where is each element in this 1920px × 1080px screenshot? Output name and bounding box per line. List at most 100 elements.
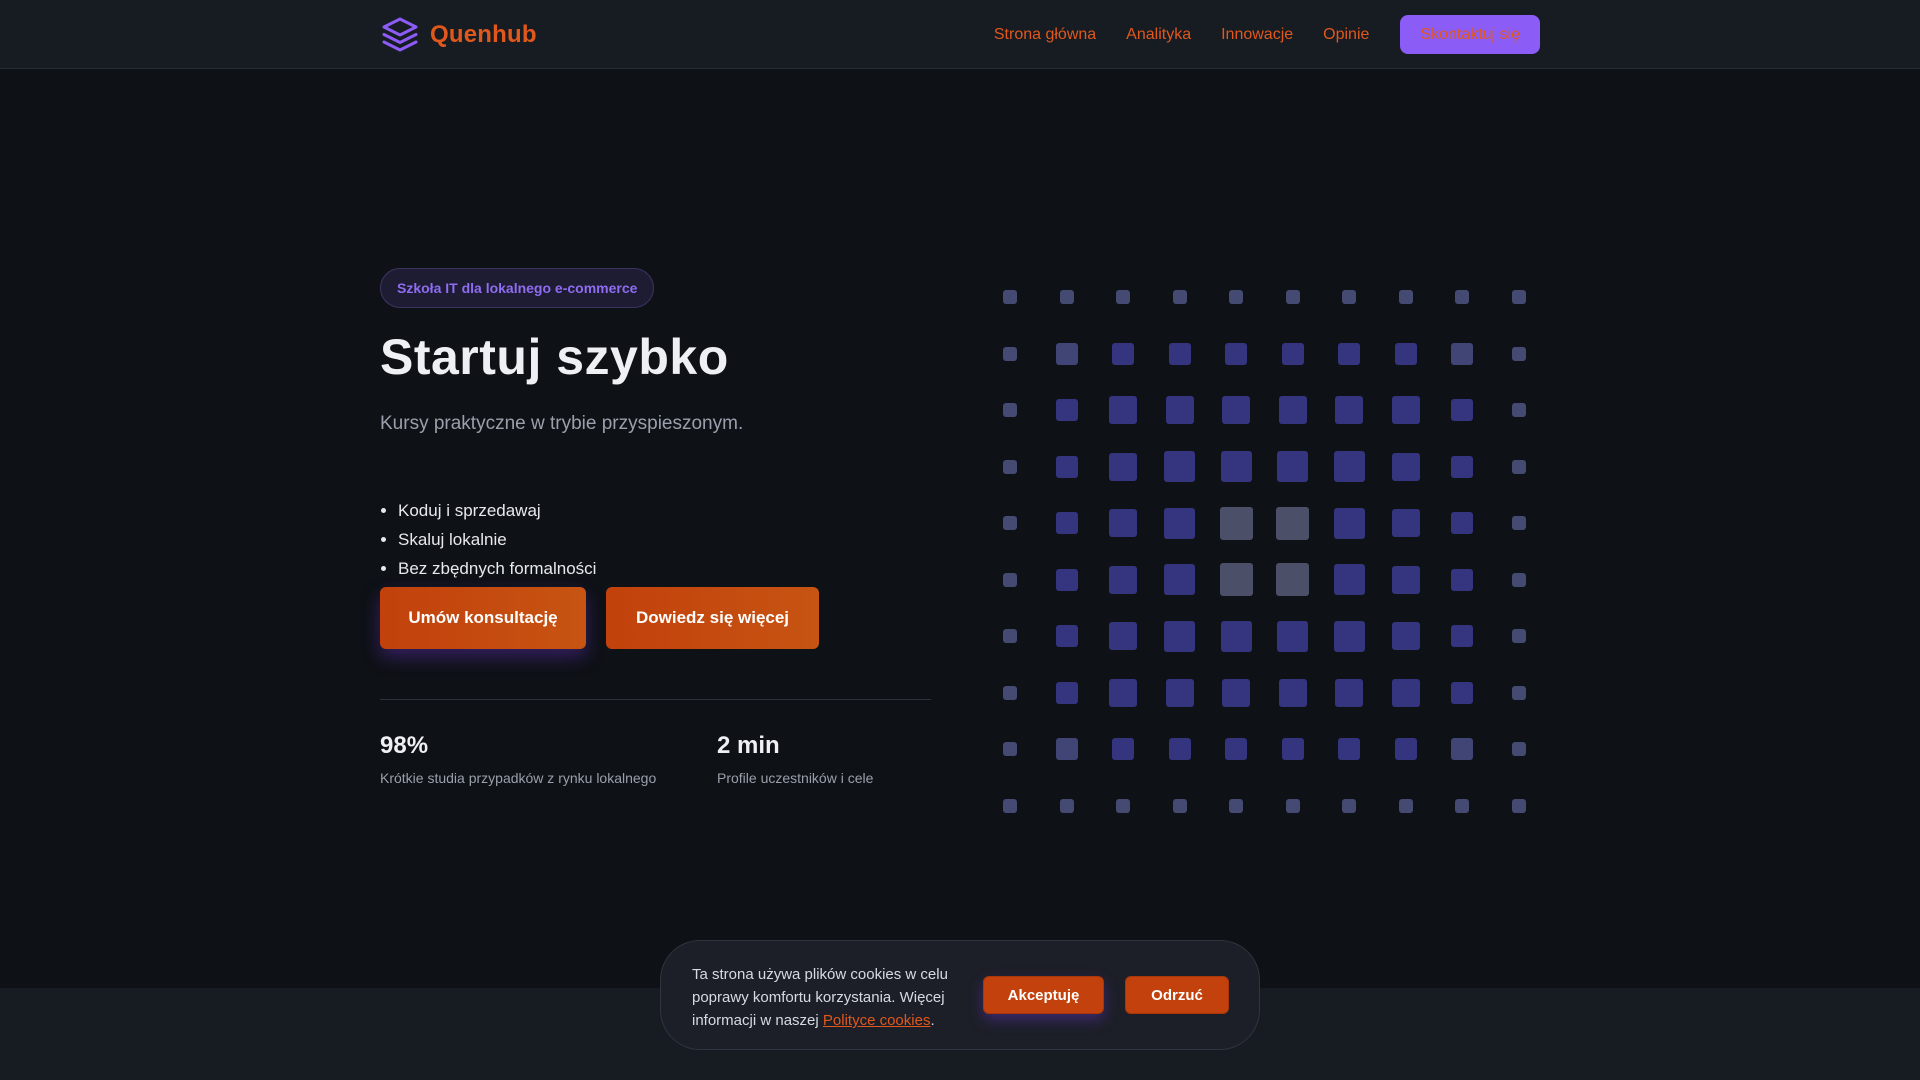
grid-square	[1225, 738, 1247, 760]
grid-square	[1003, 346, 1017, 361]
grid-square	[1511, 629, 1526, 643]
cookie-text: Ta strona używa plików cookies w celu po…	[692, 963, 982, 1032]
grid-square	[1165, 678, 1194, 707]
cookie-banner: Ta strona używa plików cookies w celu po…	[660, 940, 1260, 1050]
main-nav: Strona główna Analityka Innowacje Opinie…	[994, 15, 1540, 54]
grid-square	[1394, 342, 1417, 365]
feature-item: Bez zbędnych formalności	[398, 558, 596, 587]
grid-square	[1398, 290, 1413, 304]
grid-square	[1219, 563, 1253, 596]
grid-square	[1165, 396, 1194, 424]
grid-square	[1511, 346, 1526, 361]
grid-square	[1220, 451, 1252, 482]
grid-square	[1451, 342, 1473, 365]
contact-button[interactable]: Skontaktuj się	[1400, 15, 1540, 54]
feature-item: Skaluj lokalnie	[398, 529, 596, 558]
grid-square	[1451, 455, 1473, 478]
grid-square	[1451, 681, 1473, 704]
site-header: Quenhub Strona główna Analityka Innowacj…	[0, 0, 1920, 69]
stacked-layers-icon	[382, 17, 418, 51]
grid-square	[1168, 738, 1191, 760]
grid-square	[1342, 798, 1356, 813]
grid-square	[1276, 506, 1309, 540]
grid-square	[1219, 506, 1253, 540]
grid-square	[1164, 451, 1195, 482]
grid-square	[1222, 396, 1250, 424]
feature-item: Koduj i sprzedawaj	[398, 500, 596, 529]
grid-square	[1278, 396, 1307, 424]
nav-link-analytics[interactable]: Analityka	[1126, 26, 1191, 44]
nav-link-reviews[interactable]: Opinie	[1323, 26, 1369, 44]
stats-divider	[380, 699, 931, 700]
grid-square	[1278, 678, 1307, 707]
brand-link[interactable]: Quenhub	[380, 15, 537, 55]
grid-square	[1055, 738, 1078, 760]
grid-square	[1003, 459, 1017, 474]
grid-square	[1109, 396, 1137, 424]
stat-case-studies: 98% Krótkie studia przypadków z rynku lo…	[380, 732, 656, 786]
grid-square	[1059, 290, 1074, 304]
grid-square	[1109, 452, 1137, 481]
grid-square	[1333, 564, 1365, 595]
grid-square	[1225, 342, 1247, 365]
stat-value: 98%	[380, 732, 429, 759]
grid-square	[1338, 738, 1360, 760]
grid-square	[1276, 563, 1309, 596]
grid-square	[1511, 403, 1526, 417]
grid-square	[1511, 742, 1526, 756]
grid-square	[1451, 568, 1473, 591]
grid-square	[1164, 620, 1195, 652]
grid-square	[1333, 507, 1365, 539]
grid-square	[1003, 516, 1017, 530]
grid-square	[1055, 342, 1078, 365]
cookie-policy-link[interactable]: Polityce cookies	[823, 1012, 931, 1029]
accept-cookies-button[interactable]: Akceptuję	[983, 976, 1104, 1014]
grid-square	[1168, 342, 1191, 365]
grid-square	[1391, 622, 1420, 650]
grid-square	[1391, 565, 1420, 594]
stat-value: 2 min	[717, 732, 780, 759]
grid-square	[1055, 625, 1078, 647]
grid-square	[1451, 738, 1473, 760]
grid-square	[1112, 738, 1134, 760]
grid-square	[1511, 516, 1526, 530]
grid-square	[1055, 568, 1078, 591]
grid-square	[1511, 685, 1526, 700]
grid-square	[1229, 290, 1243, 304]
decorative-grid	[988, 274, 1548, 813]
grid-square	[1391, 678, 1420, 707]
grid-square	[1398, 798, 1413, 813]
nav-link-home[interactable]: Strona główna	[994, 26, 1096, 44]
brand-name: Quenhub	[430, 20, 537, 48]
grid-square	[1333, 451, 1365, 482]
grid-square	[1391, 396, 1420, 424]
hero-title: Startuj szybko	[380, 329, 729, 385]
grid-square	[1511, 290, 1526, 304]
grid-square	[1003, 742, 1017, 756]
grid-square	[1003, 572, 1017, 587]
grid-square	[1055, 681, 1078, 704]
nav-link-innovations[interactable]: Innowacje	[1221, 26, 1293, 44]
grid-square	[1391, 452, 1420, 481]
reject-cookies-button[interactable]: Odrzuć	[1125, 976, 1229, 1014]
feature-list: Koduj i sprzedawaj Skaluj lokalnie Bez z…	[398, 500, 596, 587]
learn-more-button[interactable]: Dowiedz się więcej	[606, 587, 819, 649]
hero-subtitle: Kursy praktyczne w trybie przyspieszonym…	[380, 413, 744, 434]
grid-square	[1511, 798, 1526, 813]
grid-square	[1109, 622, 1137, 650]
grid-square	[1451, 625, 1473, 647]
grid-square	[1055, 399, 1078, 421]
grid-square	[1003, 685, 1017, 700]
grid-square	[1338, 342, 1360, 365]
grid-square	[1172, 798, 1187, 813]
grid-square	[1277, 451, 1308, 482]
grid-square	[1172, 290, 1187, 304]
grid-square	[1109, 565, 1137, 594]
grid-square	[1112, 342, 1134, 365]
book-consultation-button[interactable]: Umów konsultację	[380, 587, 586, 649]
grid-square	[1277, 620, 1308, 652]
grid-square	[1335, 396, 1363, 424]
grid-square	[1285, 290, 1300, 304]
stat-label: Krótkie studia przypadków z rynku lokaln…	[380, 770, 657, 786]
hero-badge: Szkoła IT dla lokalnego e-commerce	[380, 268, 655, 308]
